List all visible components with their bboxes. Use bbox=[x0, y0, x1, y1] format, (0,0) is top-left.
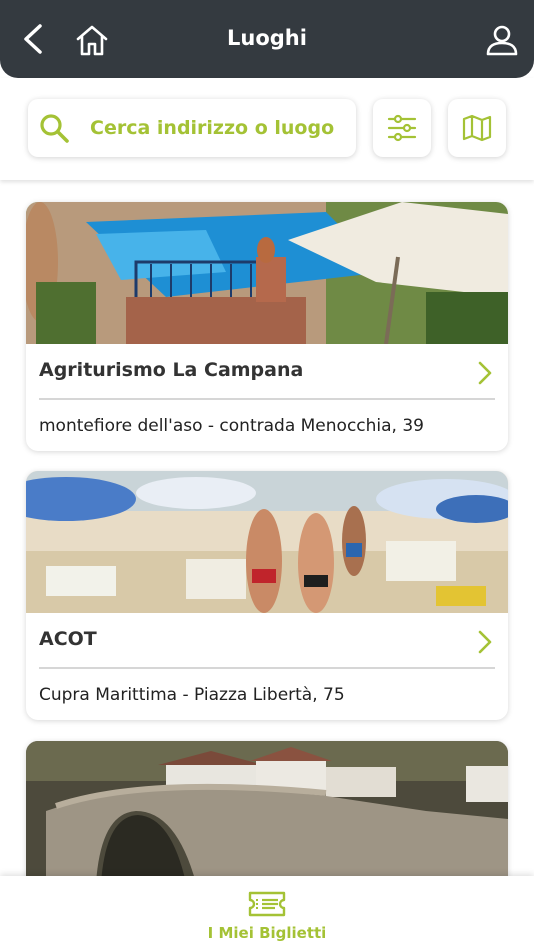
place-card[interactable]: ACOT Cupra Marittima - Piazza Libertà, 7… bbox=[26, 471, 508, 720]
chevron-right-icon[interactable] bbox=[475, 360, 495, 386]
search-toolbar: Cerca indirizzo o luogo bbox=[0, 78, 534, 180]
place-name: ACOT bbox=[39, 628, 97, 650]
card-divider bbox=[39, 398, 495, 400]
chevron-right-icon[interactable] bbox=[475, 629, 495, 655]
map-icon bbox=[462, 114, 492, 142]
card-divider bbox=[39, 667, 495, 669]
page-title: Luoghi bbox=[227, 26, 307, 50]
bottom-nav: I Miei Biglietti bbox=[0, 876, 534, 950]
user-icon[interactable] bbox=[484, 22, 520, 58]
place-name: Agriturismo La Campana bbox=[39, 359, 304, 381]
filter-button[interactable] bbox=[373, 99, 431, 157]
search-icon bbox=[40, 114, 69, 143]
map-view-button[interactable] bbox=[448, 99, 506, 157]
place-image-pool bbox=[26, 202, 508, 344]
search-input[interactable]: Cerca indirizzo o luogo bbox=[28, 99, 356, 157]
ticket-icon[interactable] bbox=[247, 890, 287, 918]
top-app-bar: Luoghi bbox=[0, 0, 534, 78]
place-image-bridge bbox=[26, 741, 508, 883]
nav-label-my-tickets[interactable]: I Miei Biglietti bbox=[0, 924, 534, 942]
search-placeholder: Cerca indirizzo o luogo bbox=[90, 117, 335, 139]
place-card[interactable]: Agriturismo La Campana montefiore dell'a… bbox=[26, 202, 508, 451]
place-address: Cupra Marittima - Piazza Libertà, 75 bbox=[39, 685, 345, 705]
place-image-beach bbox=[26, 471, 508, 613]
place-address: montefiore dell'aso - contrada Menocchia… bbox=[39, 416, 424, 436]
filter-sliders-icon bbox=[387, 114, 417, 142]
